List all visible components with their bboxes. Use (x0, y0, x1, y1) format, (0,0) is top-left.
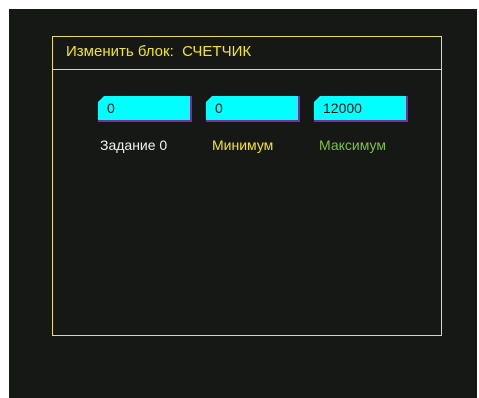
setpoint-value: 0 (107, 100, 115, 116)
dialog-title: Изменить блок: СЧЕТЧИК (66, 43, 252, 60)
maximum-label: Максимум (319, 137, 386, 153)
dialog-header: Изменить блок: СЧЕТЧИК (53, 37, 441, 70)
maximum-field[interactable]: 12000 (314, 96, 408, 122)
minimum-field[interactable]: 0 (206, 96, 300, 122)
minimum-value: 0 (215, 100, 223, 116)
maximum-value: 12000 (323, 100, 362, 116)
setpoint-field[interactable]: 0 (98, 96, 192, 122)
screen: Изменить блок: СЧЕТЧИК 0 0 12000 Задание… (9, 9, 477, 398)
setpoint-label: Задание 0 (100, 137, 168, 153)
minimum-label: Минимум (212, 137, 274, 153)
edit-block-dialog: Изменить блок: СЧЕТЧИК 0 0 12000 Задание… (52, 36, 442, 336)
